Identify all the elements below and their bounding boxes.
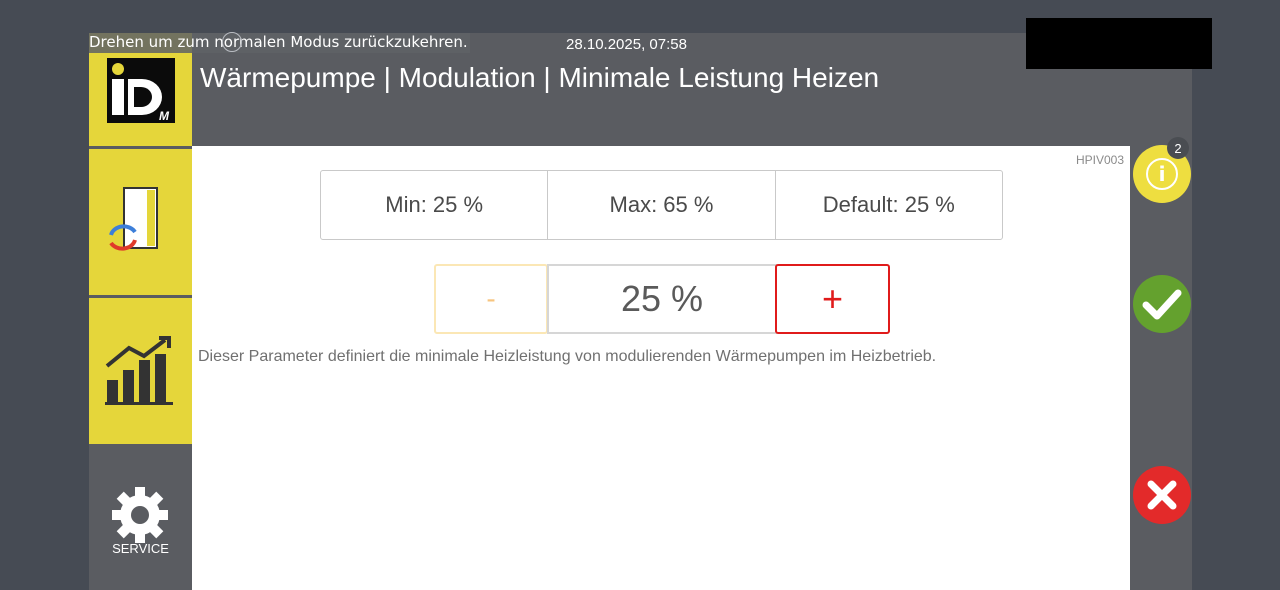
max-value: Max: 65 % [548, 171, 776, 239]
rotate-icon [222, 32, 242, 52]
default-value: Default: 25 % [822, 192, 955, 217]
info-count-badge: 2 [1167, 137, 1189, 159]
gear-icon [112, 487, 168, 543]
datetime: 28.10.2025, 07:58 [566, 36, 687, 53]
sidebar-item-service[interactable]: SERVICE [89, 447, 192, 590]
limits-table: Min: 25 % Max: 65 % Default: 25 % [320, 170, 1003, 240]
min-value: Min: 25 % [321, 171, 549, 239]
page-title: Wärmepumpe | Modulation | Minimale Leist… [200, 62, 880, 93]
checkmark-icon [1142, 289, 1182, 320]
confirm-button[interactable] [1133, 275, 1191, 333]
info-icon: i [1146, 158, 1178, 190]
parameter-description: Dieser Parameter definiert die minimale … [198, 348, 937, 365]
parameter-panel: HPIV003 Min: 25 % Max: 65 % Default: 25 … [192, 146, 1130, 590]
rotate-hint-text: Drehen um zum normalen Modus zurückzukeh… [89, 33, 468, 51]
close-icon [1147, 480, 1177, 510]
heat-pump-cycle-icon [109, 187, 158, 251]
sidebar-item-statistics[interactable] [89, 298, 192, 444]
sidebar-item-heat-pump[interactable] [89, 149, 192, 295]
current-value: 25 % [547, 264, 777, 334]
service-label: SERVICE [112, 541, 169, 556]
increment-button[interactable]: + [775, 264, 890, 334]
svg-text:M: M [159, 109, 170, 123]
value-stepper: - 25 % + [434, 264, 890, 334]
rotate-hint-banner: Drehen um zum normalen Modus zurückzukeh… [89, 32, 470, 53]
cancel-button[interactable] [1133, 466, 1191, 524]
idm-logo: M [107, 58, 175, 123]
redacted-area [1026, 18, 1212, 69]
bar-chart-trend-icon [105, 336, 173, 405]
decrement-button[interactable]: - [434, 264, 548, 334]
parameter-code: HPIV003 [1075, 153, 1124, 167]
